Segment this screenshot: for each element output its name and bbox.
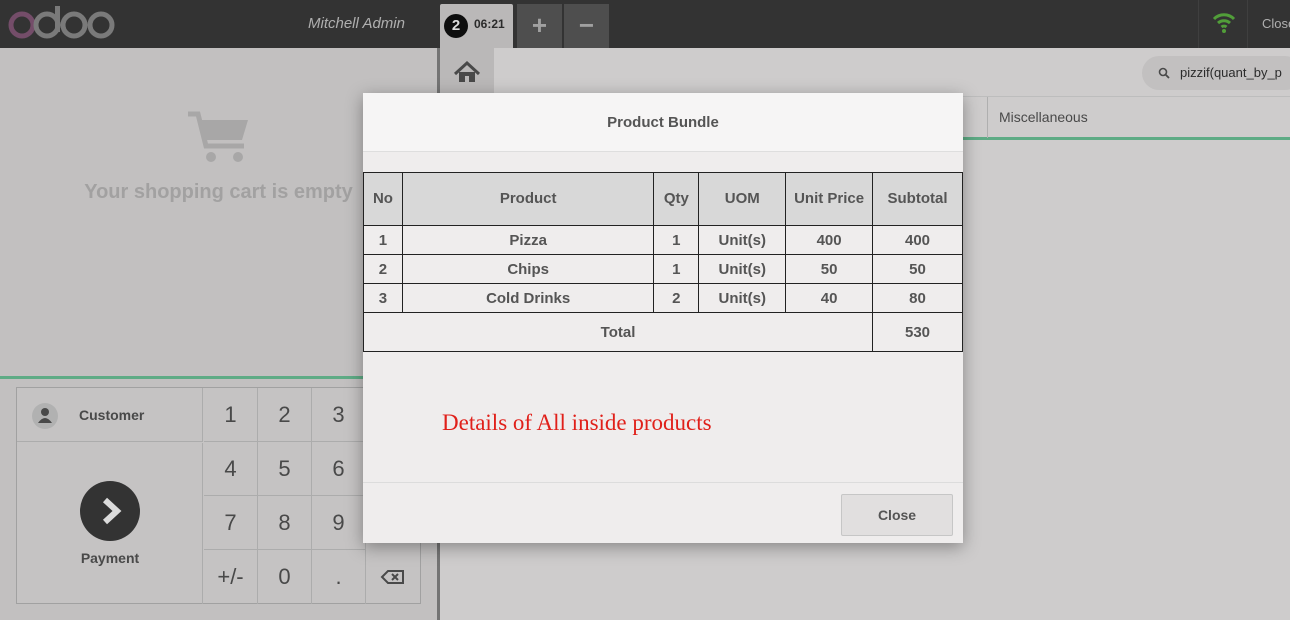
dialog-footer: Close [363, 482, 963, 543]
column-header-unit-price: Unit Price [785, 172, 874, 226]
column-header-qty: Qty [653, 172, 700, 226]
cell-subtotal: 400 [872, 225, 963, 255]
bundle-note: Details of All inside products [442, 410, 712, 435]
cell-qty: 1 [653, 254, 700, 284]
table-row: 3 Cold Drinks 2 Unit(s) 40 80 [363, 283, 963, 313]
cell-qty: 2 [653, 283, 700, 313]
column-header-product: Product [401, 172, 655, 226]
cell-unit-price: 50 [785, 254, 874, 284]
cell-unit-price: 400 [785, 225, 874, 255]
cell-product: Pizza [401, 225, 655, 255]
total-row: Total 530 [362, 312, 963, 352]
cell-product: Chips [401, 254, 655, 284]
cell-subtotal: 80 [872, 283, 963, 313]
cell-no: 2 [363, 254, 403, 284]
column-header-no: No [363, 172, 403, 226]
cell-unit-price: 40 [785, 283, 874, 313]
dialog-title: Product Bundle [363, 93, 963, 152]
cell-qty: 1 [653, 225, 700, 255]
cell-no: 1 [363, 225, 403, 255]
cell-product: Cold Drinks [401, 283, 655, 313]
cell-uom: Unit(s) [698, 283, 787, 313]
cell-subtotal: 50 [872, 254, 963, 284]
product-bundle-dialog: Product Bundle No Product Qty UOM Unit P… [362, 93, 963, 543]
cell-uom: Unit(s) [698, 225, 787, 255]
cell-uom: Unit(s) [698, 254, 787, 284]
bundle-table: No Product Qty UOM Unit Price Subtotal 1… [362, 172, 963, 352]
cell-no: 3 [363, 283, 403, 313]
column-header-uom: UOM [698, 172, 787, 226]
table-row: 2 Chips 1 Unit(s) 50 50 [363, 254, 963, 284]
total-label: Total [362, 312, 874, 352]
total-value: 530 [872, 312, 963, 352]
table-row: 1 Pizza 1 Unit(s) 400 400 [363, 225, 963, 255]
table-header-row: No Product Qty UOM Unit Price Subtotal [363, 172, 963, 226]
close-dialog-button[interactable]: Close [841, 494, 953, 536]
column-header-subtotal: Subtotal [872, 172, 963, 226]
